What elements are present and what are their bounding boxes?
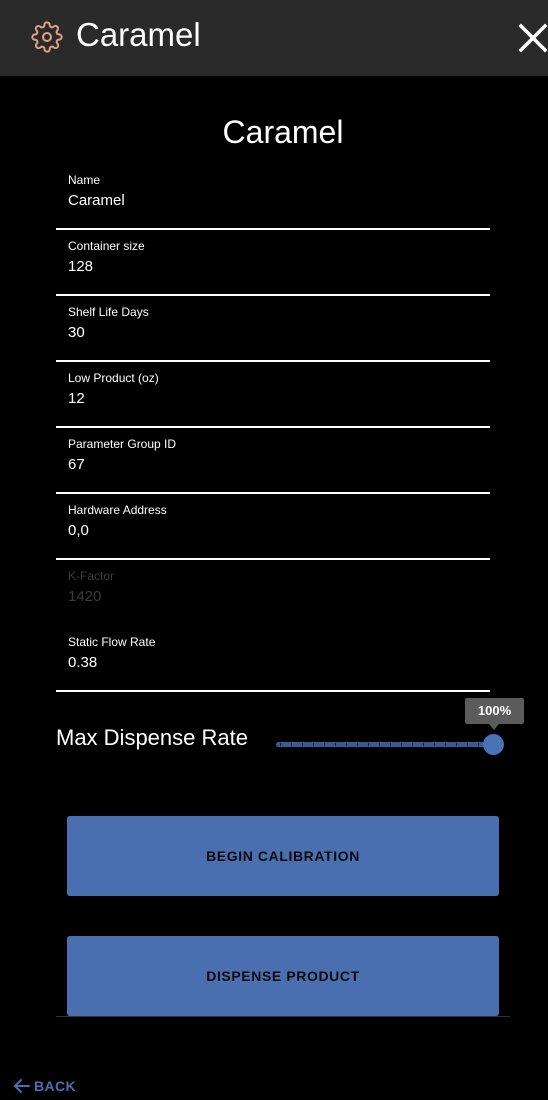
gear-icon	[31, 21, 63, 53]
shelf-life-field[interactable]: Shelf Life Days	[56, 296, 490, 362]
close-icon[interactable]	[516, 20, 548, 56]
k-factor-input	[68, 587, 478, 607]
field-label: Low Product (oz)	[68, 371, 159, 385]
arrow-left-icon	[14, 1079, 30, 1093]
static-flow-rate-input[interactable]	[68, 653, 478, 673]
max-dispense-rate-label: Max Dispense Rate	[56, 725, 248, 750]
field-label: Name	[68, 173, 101, 187]
hardware-address-input[interactable]	[68, 521, 478, 541]
name-input[interactable]	[68, 191, 478, 211]
slider-value-tooltip: 100%	[465, 698, 524, 730]
low-product-field[interactable]: Low Product (oz)	[56, 362, 490, 428]
slider-ticks	[280, 743, 486, 746]
container-size-input[interactable]	[68, 257, 478, 277]
parameter-group-field[interactable]: Parameter Group ID	[56, 428, 490, 494]
dispense-product-button[interactable]: DISPENSE PRODUCT	[67, 936, 499, 1016]
begin-calibration-button[interactable]: BEGIN CALIBRATION	[67, 816, 499, 896]
hardware-address-field[interactable]: Hardware Address	[56, 494, 490, 560]
parameter-group-input[interactable]	[68, 455, 478, 475]
page-title: Caramel	[222, 114, 344, 150]
low-product-input[interactable]	[68, 389, 478, 409]
field-label: Hardware Address	[68, 503, 167, 517]
field-label: Container size	[68, 239, 145, 253]
k-factor-field: K-Factor	[56, 560, 490, 626]
field-label: Parameter Group ID	[68, 437, 177, 451]
container-size-field[interactable]: Container size	[56, 230, 490, 296]
back-button[interactable]: BACK	[13, 1076, 76, 1096]
shelf-life-input[interactable]	[68, 323, 478, 343]
field-label: K-Factor	[68, 569, 115, 583]
static-flow-rate-field[interactable]: Static Flow Rate	[56, 626, 490, 692]
field-label: Shelf Life Days	[68, 305, 149, 319]
app-header: Caramel	[0, 0, 548, 76]
field-label: Static Flow Rate	[68, 635, 156, 649]
name-field[interactable]: Name	[56, 164, 490, 230]
app-title: Caramel	[76, 16, 201, 53]
divider	[56, 1016, 510, 1017]
slider-thumb[interactable]	[483, 734, 504, 755]
back-label: BACK	[34, 1078, 77, 1094]
